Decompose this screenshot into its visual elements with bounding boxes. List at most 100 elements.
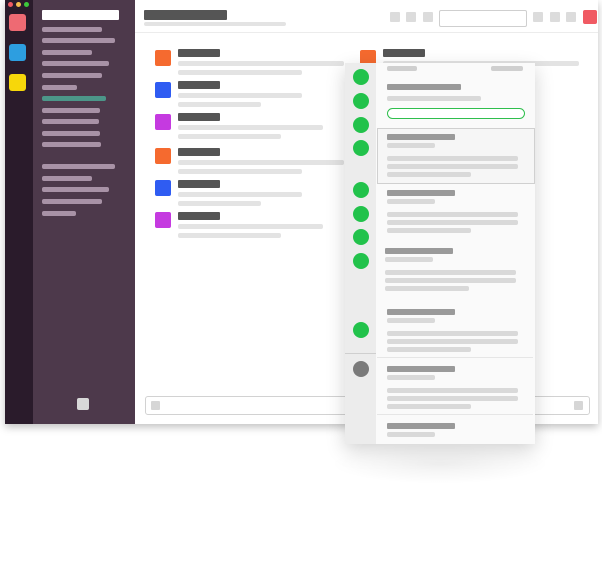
toolbar-icon-3[interactable] — [423, 12, 433, 22]
card-line — [387, 212, 518, 217]
status-online-icon[interactable] — [353, 69, 369, 85]
message-line — [178, 93, 302, 98]
message-author[interactable] — [178, 148, 220, 156]
message-author[interactable] — [178, 212, 220, 220]
sidebar-item[interactable] — [42, 61, 109, 66]
message-line — [178, 192, 302, 197]
card-title — [387, 190, 455, 196]
sidebar-item[interactable] — [42, 27, 102, 32]
message-line — [178, 160, 344, 165]
avatar[interactable] — [155, 82, 171, 98]
workspace-yellow[interactable] — [9, 74, 26, 91]
maximize-window-dot[interactable] — [24, 2, 29, 7]
message-author[interactable] — [178, 180, 220, 188]
profile-input[interactable] — [387, 108, 525, 119]
sidebar-item[interactable] — [42, 164, 115, 169]
card-title — [387, 366, 455, 372]
card-line — [385, 278, 516, 283]
card-title — [387, 134, 455, 140]
avatar[interactable] — [155, 180, 171, 196]
message-author[interactable] — [178, 49, 220, 57]
card-subtitle — [387, 318, 435, 323]
sidebar-item[interactable] — [42, 119, 99, 124]
sidebar-item[interactable] — [42, 211, 76, 216]
workspace-blue[interactable] — [9, 44, 26, 61]
message-line — [178, 61, 344, 66]
sidebar-item[interactable] — [42, 199, 102, 204]
card-title — [385, 248, 453, 254]
message-line — [178, 169, 302, 174]
sidebar-item[interactable] — [42, 38, 115, 43]
message-line — [178, 102, 261, 107]
search-input[interactable] — [439, 10, 527, 27]
avatar[interactable] — [155, 50, 171, 66]
sidebar-footer-button[interactable] — [77, 398, 89, 410]
sidebar-item[interactable] — [42, 176, 92, 181]
message-author[interactable] — [178, 113, 220, 121]
toolbar-icon-2[interactable] — [406, 12, 416, 22]
card-line — [387, 331, 518, 336]
message-line — [178, 125, 323, 130]
channel-title — [144, 10, 227, 20]
card-title — [387, 423, 455, 429]
card-line — [387, 396, 518, 401]
card-line — [387, 339, 518, 344]
sidebar-item[interactable] — [42, 73, 102, 78]
card-subtitle — [387, 375, 435, 380]
card-subtitle — [387, 432, 435, 437]
avatar[interactable] — [155, 148, 171, 164]
message-author[interactable] — [178, 81, 220, 89]
card-subtitle — [387, 143, 435, 148]
panel-header-label — [387, 66, 417, 71]
avatar[interactable] — [155, 114, 171, 130]
message-author[interactable] — [383, 49, 425, 57]
header-divider — [135, 32, 598, 33]
toolbar-icon-1[interactable] — [390, 12, 400, 22]
status-rail — [345, 63, 376, 444]
status-online-icon[interactable] — [353, 93, 369, 109]
emoji-icon[interactable] — [574, 401, 583, 410]
card-line — [385, 270, 516, 275]
status-online-icon[interactable] — [353, 117, 369, 133]
toolbar-icon-4[interactable] — [533, 12, 543, 22]
card-line — [387, 220, 518, 225]
directory-panel — [345, 63, 535, 444]
status-away-icon[interactable] — [353, 361, 369, 377]
sidebar-item[interactable] — [42, 50, 92, 55]
panel-shadow — [330, 444, 550, 484]
card-line — [387, 156, 518, 161]
sidebar-item[interactable] — [42, 131, 100, 136]
message-line — [178, 233, 281, 238]
card-line — [387, 172, 471, 177]
status-online-icon[interactable] — [353, 229, 369, 245]
card-line — [387, 347, 471, 352]
team-name[interactable] — [42, 10, 119, 20]
sidebar-item[interactable] — [42, 85, 77, 90]
card-line — [387, 404, 471, 409]
sidebar-item-active[interactable] — [42, 96, 106, 101]
status-online-icon[interactable] — [353, 206, 369, 222]
status-online-icon[interactable] — [353, 322, 369, 338]
sidebar-item[interactable] — [42, 142, 101, 147]
card-divider — [377, 414, 533, 415]
workspace-rail — [5, 0, 33, 424]
close-window-dot[interactable] — [8, 2, 13, 7]
panel-header-action[interactable] — [491, 66, 523, 71]
avatar[interactable] — [155, 212, 171, 228]
status-online-icon[interactable] — [353, 182, 369, 198]
workspace-red[interactable] — [9, 14, 26, 31]
profile-detail — [387, 96, 481, 101]
sidebar-item[interactable] — [42, 108, 100, 113]
card-line — [387, 388, 518, 393]
toolbar-icon-5[interactable] — [550, 12, 560, 22]
attach-icon[interactable] — [151, 401, 160, 410]
toolbar-icon-6[interactable] — [566, 12, 576, 22]
status-online-icon[interactable] — [353, 253, 369, 269]
card-line — [387, 164, 518, 169]
sidebar-item[interactable] — [42, 187, 109, 192]
status-online-icon[interactable] — [353, 140, 369, 156]
minimize-window-dot[interactable] — [16, 2, 21, 7]
card-title — [387, 309, 455, 315]
channel-sidebar — [33, 0, 135, 424]
close-icon[interactable] — [583, 10, 597, 24]
